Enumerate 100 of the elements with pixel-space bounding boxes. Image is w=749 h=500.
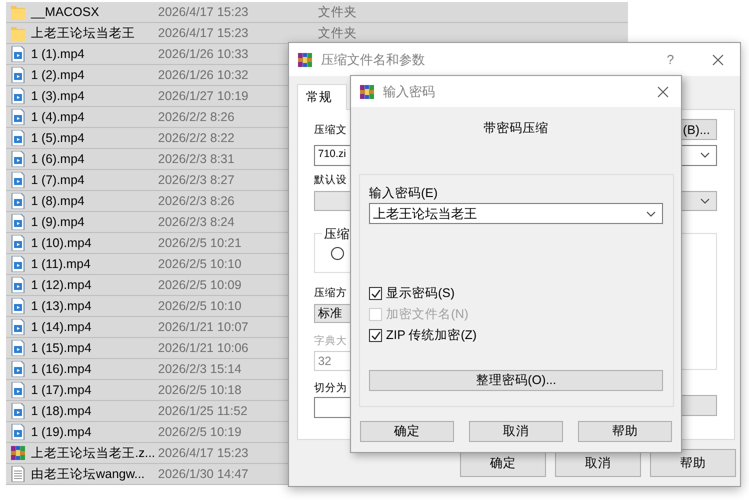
- field-label: 压缩文: [314, 122, 347, 138]
- file-name: 1 (14).mp4: [31, 318, 92, 336]
- file-name: 1 (11).mp4: [31, 256, 92, 273]
- field-label: 输入密码(E): [369, 185, 439, 201]
- file-name: 1 (17).mp4: [31, 382, 92, 399]
- checkbox[interactable]: [369, 329, 382, 342]
- archive-icon: [359, 84, 375, 100]
- field-label: 切分为: [314, 380, 347, 396]
- file-name: 1 (3).mp4: [31, 88, 86, 105]
- video-file-icon: [11, 319, 25, 335]
- file-name: 1 (8).mp4: [31, 192, 86, 210]
- radio-button[interactable]: [331, 246, 344, 260]
- window-title: 输入密码: [383, 82, 435, 101]
- dialog-button[interactable]: 帮助: [578, 421, 672, 442]
- file-date: 2026/2/3 8:31: [158, 150, 236, 168]
- file-date: 2026/2/3 8:26: [158, 192, 236, 210]
- file-name: 1 (18).mp4: [31, 402, 92, 420]
- file-row[interactable]: __MACOSX 2026/4/17 15:23 文件夹: [6, 2, 628, 23]
- video-file-icon: [11, 403, 25, 419]
- file-name: 1 (9).mp4: [31, 214, 86, 231]
- checkbox-label: 加密文件名(N): [386, 306, 468, 324]
- checkbox-label: 显示密码(S): [386, 285, 455, 302]
- file-date: 2026/1/25 11:52: [158, 402, 248, 420]
- tab[interactable]: 常规: [297, 84, 347, 110]
- file-name: 由老王论坛wangw...: [31, 466, 146, 483]
- file-date: 2026/2/3 8:24: [158, 214, 236, 231]
- video-file-icon: [11, 193, 25, 209]
- video-file-icon: [11, 109, 25, 125]
- close-icon[interactable]: [657, 86, 669, 98]
- file-name: 1 (1).mp4: [31, 46, 86, 63]
- group-label: 压缩: [322, 226, 352, 242]
- file-name: 1 (12).mp4: [31, 276, 92, 294]
- file-type: 文件夹: [318, 4, 357, 21]
- file-date: 2026/4/17 15:23: [158, 444, 250, 462]
- field-label: 压缩方: [314, 286, 347, 301]
- video-file-icon: [11, 340, 25, 356]
- file-name: 1 (5).mp4: [31, 130, 86, 147]
- video-file-icon: [11, 277, 25, 293]
- dialog-button[interactable]: 取消: [469, 421, 563, 442]
- field-label: 字典大: [314, 334, 347, 349]
- file-date: 2026/2/5 10:09: [158, 276, 242, 294]
- file-name: 1 (13).mp4: [31, 298, 92, 315]
- video-file-icon: [11, 130, 25, 146]
- video-file-icon: [11, 424, 25, 440]
- video-file-icon: [11, 256, 25, 272]
- checkbox[interactable]: [369, 287, 382, 300]
- video-file-icon: [11, 151, 25, 167]
- video-file-icon: [11, 88, 25, 104]
- archive-icon: [11, 445, 25, 461]
- video-file-icon: [11, 361, 25, 377]
- video-file-icon: [11, 235, 25, 251]
- file-date: 2026/2/2 8:26: [158, 108, 236, 126]
- file-name: 1 (6).mp4: [31, 150, 86, 168]
- file-date: 2026/2/5 10:18: [158, 382, 242, 399]
- file-date: 2026/4/17 15:23: [158, 24, 250, 42]
- chevron-down-icon: [700, 152, 710, 158]
- window-title: 压缩文件名和参数: [321, 50, 425, 69]
- folder-icon: [11, 25, 25, 41]
- dialog-button[interactable]: 确定: [360, 421, 454, 442]
- file-date: 2026/1/30 14:47: [158, 466, 250, 483]
- field-label: 默认设: [314, 172, 347, 188]
- video-file-icon: [11, 382, 25, 398]
- file-name: 1 (10).mp4: [31, 234, 92, 252]
- video-file-icon: [11, 298, 25, 314]
- file-date: 2026/4/17 15:23: [158, 4, 250, 21]
- file-date: 2026/2/5 10:10: [158, 298, 242, 315]
- file-name: 上老王论坛当老王: [31, 24, 136, 42]
- file-name: 上老王论坛当老王.z...: [31, 444, 156, 462]
- chevron-down-icon: [646, 210, 656, 216]
- dialog-heading: 带密码压缩: [484, 121, 548, 135]
- password-field[interactable]: 上老王论坛当老王: [369, 203, 663, 224]
- file-name: 1 (7).mp4: [31, 172, 86, 189]
- file-date: 2026/2/5 10:10: [158, 256, 242, 273]
- file-name: 1 (4).mp4: [31, 108, 86, 126]
- dialog-button[interactable]: 帮助: [650, 448, 736, 477]
- file-name: 1 (15).mp4: [31, 340, 92, 357]
- file-date: 2026/2/5 10:19: [158, 424, 242, 441]
- close-icon[interactable]: [712, 54, 724, 66]
- file-date: 2026/2/5 10:21: [158, 234, 242, 252]
- file-date: 2026/2/3 8:27: [158, 172, 236, 189]
- file-date: 2026/1/21 10:06: [158, 340, 250, 357]
- organize-passwords-button[interactable]: 整理密码(O)...: [369, 370, 663, 391]
- file-date: 2026/2/3 15:14: [158, 360, 242, 378]
- file-name: __MACOSX: [31, 4, 100, 21]
- text-file-icon: [11, 466, 25, 482]
- file-name: 1 (16).mp4: [31, 360, 92, 378]
- file-date: 2026/1/27 10:19: [158, 88, 250, 105]
- archive-icon: [297, 52, 313, 68]
- file-type: 文件夹: [318, 24, 357, 42]
- video-file-icon: [11, 172, 25, 188]
- video-file-icon: [11, 46, 25, 62]
- help-button[interactable]: ?: [666, 50, 674, 70]
- file-date: 2026/1/21 10:07: [158, 318, 250, 336]
- file-date: 2026/1/26 10:33: [158, 46, 250, 63]
- chevron-down-icon: [700, 198, 710, 204]
- folder-icon: [11, 4, 25, 20]
- file-row[interactable]: 上老王论坛当老王 2026/4/17 15:23 文件夹: [6, 23, 628, 44]
- video-file-icon: [11, 214, 25, 230]
- checkbox-label: ZIP 传统加密(Z): [386, 327, 477, 344]
- file-date: 2026/2/2 8:22: [158, 130, 236, 147]
